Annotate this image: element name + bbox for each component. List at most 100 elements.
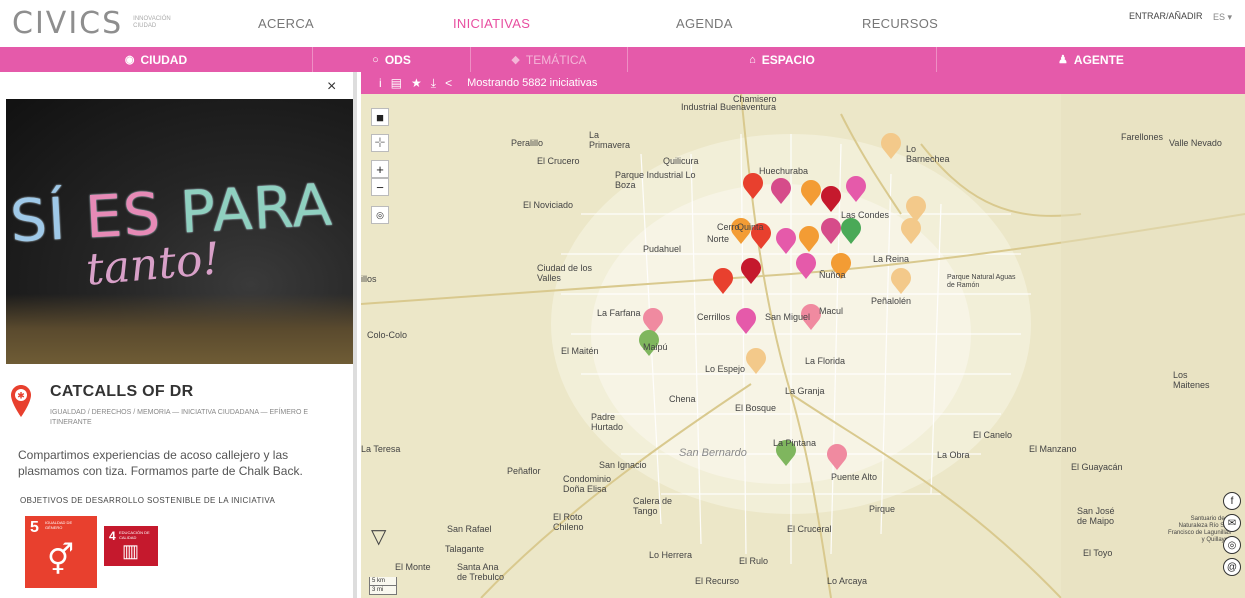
filter-ciudad[interactable]: ◉ CIUDAD — [0, 47, 313, 72]
map-label: Lo Espejo — [705, 364, 746, 374]
top-navigation: CIVICS INNOVACIÓN CIUDAD ACERCA INICIATI… — [0, 0, 1245, 47]
target-icon: ◉ — [124, 54, 135, 66]
map-label: Calera de Tango — [633, 496, 673, 516]
nav-iniciativas[interactable]: INICIATIVAS — [453, 16, 530, 31]
nav-acerca[interactable]: ACERCA — [258, 16, 314, 31]
map-label: La Florida — [805, 356, 846, 366]
info-icon[interactable]: i — [379, 76, 382, 90]
close-button[interactable]: × — [327, 78, 336, 96]
map-label: Santuario de la Naturaleza Río San Franc… — [1167, 516, 1231, 543]
map-label: Puente Alto — [831, 472, 878, 482]
map-label: Chena — [669, 394, 696, 404]
reset-view-button[interactable]: ◎ — [371, 206, 389, 224]
chalk-text-script: tanto! — [84, 233, 223, 296]
map-label: San Bernardo — [679, 447, 747, 459]
list-icon[interactable]: ▤ — [391, 76, 402, 90]
map-pin-icon: ✱ — [11, 385, 31, 417]
ods-number: 5 — [30, 519, 39, 536]
map-label: Las Condes — [841, 210, 890, 220]
instagram-icon[interactable]: ◎ — [1223, 536, 1241, 554]
map-label: San Miguel — [765, 312, 811, 322]
filter-ods[interactable]: ○ ODS — [313, 47, 471, 72]
map-label: La Obra — [937, 450, 970, 460]
zoom-out-button[interactable]: − — [371, 178, 389, 196]
map-label: La Reina — [873, 254, 910, 264]
language-selector[interactable]: ES ▾ — [1213, 12, 1232, 23]
app-root: CIVICS INNOVACIÓN CIUDAD ACERCA INICIATI… — [0, 0, 1245, 598]
book-icon: ▥ — [122, 541, 140, 561]
map-label: Ñuñoa — [819, 270, 846, 280]
filter-agente[interactable]: ♟ AGENTE — [937, 47, 1245, 72]
twitter-icon[interactable]: ✉ — [1223, 514, 1241, 532]
ods-label: IGUALDAD DE GÉNERO — [45, 520, 73, 530]
map-label: Maipú — [643, 342, 668, 352]
zoom-in-button[interactable]: + — [371, 160, 389, 178]
map-label: La Teresa — [361, 444, 401, 454]
map-label: Colo-Colo — [367, 330, 408, 340]
map-label: Lo Arcaya — [827, 576, 868, 586]
map-label: El Noviciado — [523, 200, 574, 210]
map-label: Parque Natural Aguas de Ramón — [947, 274, 1016, 289]
ods-label: EDUCACIÓN DE CALIDAD — [119, 530, 150, 540]
star-icon[interactable]: ★ — [411, 76, 422, 90]
initiative-tags: IGUALDAD / DERECHOS / MEMORIA — INICIATI… — [50, 409, 309, 426]
layers-icon: ■ — [376, 109, 384, 125]
filter-tematica[interactable]: ◆ TEMÁTICA — [471, 47, 628, 72]
ods-card-4[interactable]: 4 EDUCACIÓN DE CALIDAD ▥ — [104, 526, 158, 566]
map-label: Quilicura — [663, 156, 699, 166]
ods-heading: OBJETIVOS DE DESARROLLO SOSTENIBLE DE LA… — [20, 496, 276, 505]
filter-label: AGENTE — [1073, 52, 1124, 67]
email-icon[interactable]: @ — [1223, 558, 1241, 576]
map-label: Pirque — [869, 504, 896, 514]
filter-label: TEMÁTICA — [525, 52, 587, 67]
gender-equality-icon: ⚥ — [47, 544, 75, 577]
results-count: Mostrando 5882 iniciativas — [467, 77, 598, 89]
map-label: El Roto Chileno — [553, 512, 584, 532]
map-label: La Farfana — [597, 308, 641, 318]
map-view[interactable]: i ▤ ★ ⤓ < Mostrando 5882 iniciativas ■ ✛… — [361, 72, 1245, 598]
initiative-photo: SÍ ES PARA tanto! — [6, 99, 353, 364]
download-icon[interactable]: ⤓ — [431, 76, 436, 91]
circle-icon: ○ — [372, 53, 379, 66]
civics-logo[interactable]: CIVICS INNOVACIÓN CIUDAD — [12, 6, 171, 41]
map-label: Condominio Doña Elisa — [563, 474, 612, 494]
map-label: El Cruceral — [787, 524, 832, 534]
map-label: La Pintana — [773, 438, 817, 448]
ods-number: 4 — [109, 529, 116, 543]
nav-agenda[interactable]: AGENDA — [676, 16, 733, 31]
map-toolbar: i ▤ ★ ⤓ < Mostrando 5882 iniciativas — [361, 72, 1245, 94]
map-label: El Manzano — [1029, 444, 1077, 454]
filter-espacio[interactable]: ⌂ ESPACIO — [628, 47, 937, 72]
share-icon[interactable]: < — [445, 76, 452, 90]
photo-ground — [6, 294, 353, 364]
map-label: Pudahuel — [643, 244, 682, 254]
map-label: El Monte — [395, 562, 431, 572]
map-label: Huechuraba — [759, 166, 809, 176]
map-label: Peñaflor — [507, 466, 541, 476]
map-label: San Rafael — [447, 524, 492, 534]
locate-button[interactable]: ✛ — [371, 134, 389, 152]
svg-text:✱: ✱ — [17, 392, 25, 402]
facebook-icon[interactable]: f — [1223, 492, 1241, 510]
map-label: Parque Industrial Lo Boza — [615, 170, 696, 190]
filter-label: ESPACIO — [761, 52, 815, 67]
map-label: San José de Maipo — [1077, 506, 1115, 526]
map-label: Cerrillos — [697, 312, 731, 322]
map-label: Talagante — [445, 544, 485, 554]
filter-label: ODS — [384, 52, 411, 67]
nav-recursos[interactable]: RECURSOS — [862, 16, 938, 31]
map-label: Padre Hurtado — [591, 412, 624, 432]
map-label: Macul — [819, 306, 844, 316]
building-icon: ⌂ — [749, 53, 756, 66]
map-label: Farellones — [1121, 132, 1164, 142]
chalk-word: SÍ — [8, 184, 68, 256]
map-label: Peralillo — [511, 138, 544, 148]
map-label: Los Maitenes — [1173, 370, 1210, 390]
login-link[interactable]: ENTRAR/AÑADIR — [1129, 11, 1203, 21]
layers-button[interactable]: ■ — [371, 108, 389, 126]
map-label: Santa Ana de Trebulco — [457, 562, 505, 582]
filter-label: CIUDAD — [140, 52, 188, 67]
ods-card-5[interactable]: 5 IGUALDAD DE GÉNERO ⚥ — [25, 516, 97, 588]
map-label: Ciudad de los Valles — [537, 263, 593, 283]
map-label: illos — [361, 274, 377, 284]
